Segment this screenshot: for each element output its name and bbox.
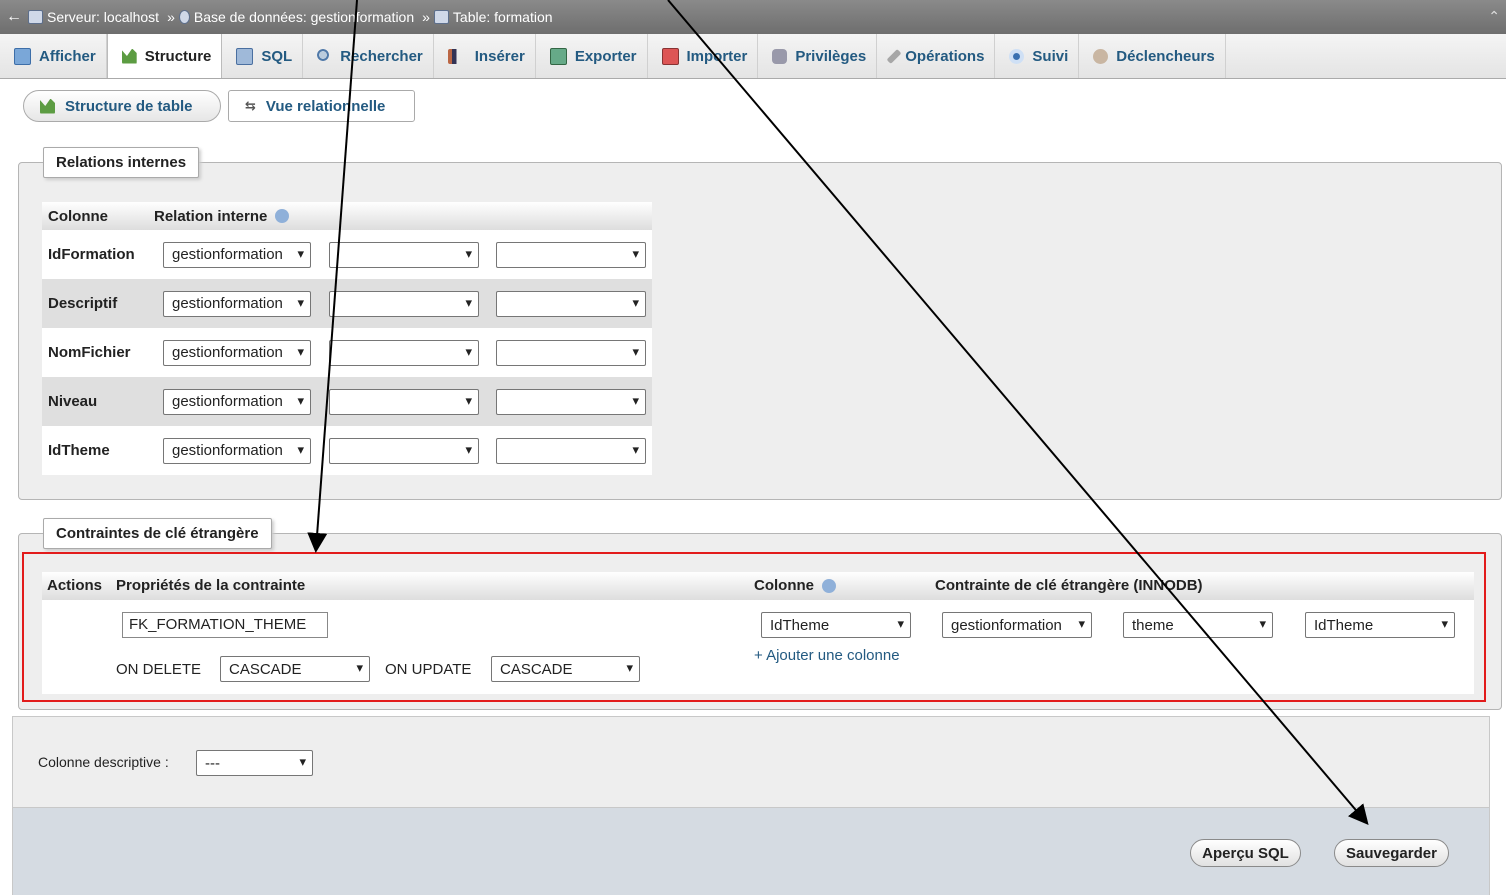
arrow-to-save-button	[667, 0, 1369, 826]
arrow-to-fk-section	[307, 0, 358, 553]
annotation-arrows	[307, 0, 1369, 826]
